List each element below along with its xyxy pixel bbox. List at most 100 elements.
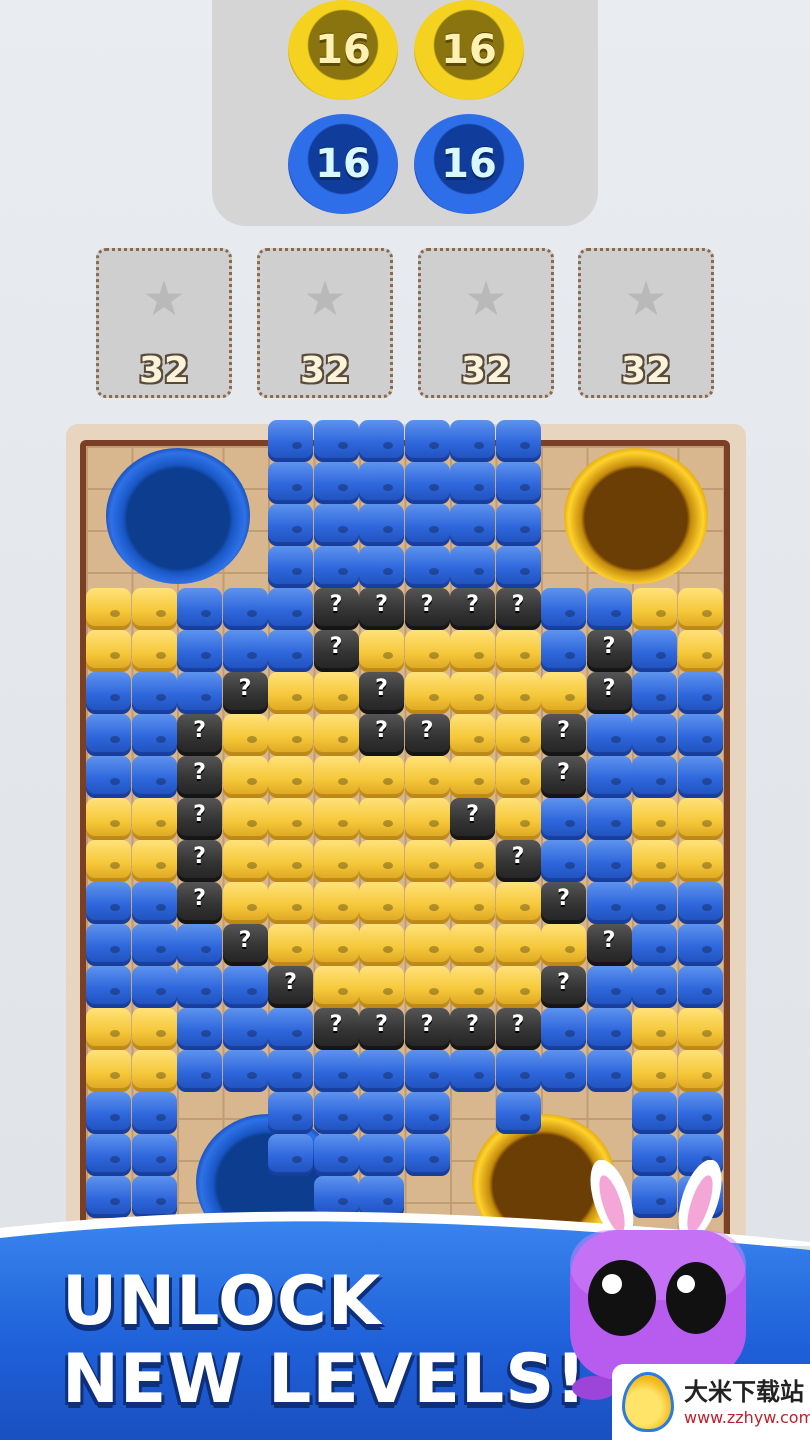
blue-block[interactable] <box>131 1134 177 1176</box>
yellow-block[interactable] <box>268 756 313 798</box>
mystery-block[interactable]: ? <box>313 588 359 630</box>
yellow-block[interactable] <box>86 588 131 630</box>
yellow-block[interactable] <box>131 1050 177 1092</box>
blue-block[interactable] <box>86 882 131 924</box>
blue-block[interactable] <box>586 714 632 756</box>
yellow-block[interactable] <box>495 882 541 924</box>
yellow-block[interactable] <box>404 798 450 840</box>
yellow-block[interactable] <box>268 798 313 840</box>
blue-block[interactable] <box>131 966 177 1008</box>
yellow-block[interactable] <box>541 672 586 714</box>
yellow-block[interactable] <box>222 798 268 840</box>
yellow-block[interactable] <box>404 672 450 714</box>
blue-block[interactable] <box>632 756 677 798</box>
yellow-block[interactable] <box>313 840 359 882</box>
blue-block[interactable] <box>131 1092 177 1134</box>
yellow-block[interactable] <box>313 714 359 756</box>
blue-block[interactable] <box>495 420 541 462</box>
blue-block[interactable] <box>450 546 495 588</box>
yellow-block[interactable] <box>86 1008 131 1050</box>
empty-slot[interactable]: ★ 32 <box>96 248 232 398</box>
blue-block[interactable] <box>359 1176 404 1218</box>
blue-block[interactable] <box>450 420 495 462</box>
blue-block[interactable] <box>677 882 723 924</box>
mystery-block[interactable]: ? <box>313 1008 359 1050</box>
blue-block[interactable] <box>268 1008 313 1050</box>
blue-block[interactable] <box>450 504 495 546</box>
yellow-block[interactable] <box>404 924 450 966</box>
mystery-block[interactable]: ? <box>541 966 586 1008</box>
yellow-block[interactable] <box>404 882 450 924</box>
blue-block[interactable] <box>177 630 222 672</box>
yellow-block[interactable] <box>131 1008 177 1050</box>
blue-block[interactable] <box>268 420 313 462</box>
yellow-block[interactable] <box>632 588 677 630</box>
blue-block[interactable] <box>222 1008 268 1050</box>
blue-block[interactable] <box>404 1050 450 1092</box>
blue-block[interactable] <box>632 672 677 714</box>
yellow-block[interactable] <box>632 1050 677 1092</box>
yellow-block[interactable] <box>450 966 495 1008</box>
mystery-block[interactable]: ? <box>359 672 404 714</box>
blue-block[interactable] <box>131 756 177 798</box>
empty-slot[interactable]: ★ 32 <box>578 248 714 398</box>
blue-block[interactable] <box>677 966 723 1008</box>
blue-block[interactable] <box>677 1092 723 1134</box>
blue-block[interactable] <box>268 1092 313 1134</box>
blue-block[interactable] <box>632 924 677 966</box>
yellow-block[interactable] <box>313 966 359 1008</box>
blue-block[interactable] <box>131 1176 177 1218</box>
blue-block[interactable] <box>131 924 177 966</box>
yellow-block[interactable] <box>86 1050 131 1092</box>
blue-block[interactable] <box>313 420 359 462</box>
yellow-block[interactable] <box>359 756 404 798</box>
yellow-block[interactable] <box>495 756 541 798</box>
mystery-block[interactable]: ? <box>359 714 404 756</box>
blue-block[interactable] <box>586 1050 632 1092</box>
mystery-block[interactable]: ? <box>313 630 359 672</box>
yellow-block[interactable] <box>359 924 404 966</box>
yellow-block[interactable] <box>404 840 450 882</box>
blue-block[interactable] <box>313 462 359 504</box>
blue-block[interactable] <box>677 672 723 714</box>
blue-block[interactable] <box>313 1092 359 1134</box>
blue-block[interactable] <box>632 630 677 672</box>
empty-slot[interactable]: ★ 32 <box>257 248 393 398</box>
blue-block[interactable] <box>268 1050 313 1092</box>
mystery-block[interactable]: ? <box>359 1008 404 1050</box>
blue-block[interactable] <box>677 714 723 756</box>
yellow-block[interactable] <box>222 840 268 882</box>
blue-block[interactable] <box>450 462 495 504</box>
yellow-block[interactable] <box>404 756 450 798</box>
yellow-coin[interactable]: 16 <box>414 0 524 100</box>
blue-block[interactable] <box>359 504 404 546</box>
blue-block[interactable] <box>131 672 177 714</box>
mystery-block[interactable]: ? <box>177 840 222 882</box>
blue-block[interactable] <box>313 546 359 588</box>
blue-block[interactable] <box>495 1050 541 1092</box>
mystery-block[interactable]: ? <box>359 588 404 630</box>
blue-block[interactable] <box>541 1008 586 1050</box>
blue-block[interactable] <box>541 630 586 672</box>
yellow-block[interactable] <box>313 924 359 966</box>
blue-block[interactable] <box>586 966 632 1008</box>
blue-block[interactable] <box>222 1050 268 1092</box>
yellow-block[interactable] <box>677 1050 723 1092</box>
blue-block[interactable] <box>222 630 268 672</box>
yellow-block[interactable] <box>450 756 495 798</box>
blue-block[interactable] <box>495 462 541 504</box>
mystery-block[interactable]: ? <box>404 1008 450 1050</box>
blue-block[interactable] <box>586 798 632 840</box>
blue-block[interactable] <box>632 1092 677 1134</box>
blue-block[interactable] <box>586 840 632 882</box>
blue-block[interactable] <box>86 924 131 966</box>
blue-block[interactable] <box>268 462 313 504</box>
yellow-block[interactable] <box>359 630 404 672</box>
blue-block[interactable] <box>404 546 450 588</box>
yellow-coin[interactable]: 16 <box>288 0 398 100</box>
mystery-block[interactable]: ? <box>404 588 450 630</box>
yellow-block[interactable] <box>632 1008 677 1050</box>
yellow-block[interactable] <box>404 966 450 1008</box>
blue-block[interactable] <box>495 504 541 546</box>
yellow-block[interactable] <box>86 630 131 672</box>
